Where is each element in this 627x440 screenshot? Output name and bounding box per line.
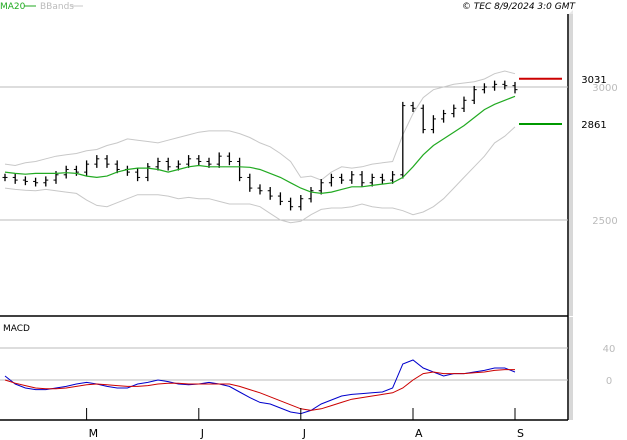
header: MA20 BBands © TEC 8/9/2024 3:0 GMT xyxy=(0,2,576,12)
ohlc-bar xyxy=(359,171,365,187)
ohlc-bar xyxy=(471,85,477,105)
price-y-tick-label: 3000 xyxy=(592,83,617,94)
copyright-text: © TEC 8/9/2024 3:0 GMT xyxy=(462,2,577,12)
ohlc-bar xyxy=(318,179,324,195)
price-y-ticks: 3000 2500 xyxy=(592,83,617,227)
ma20-line xyxy=(4,95,516,195)
ohlc-bar xyxy=(247,173,253,192)
x-axis-ticks: MJJAS xyxy=(86,408,524,440)
ohlc-bar xyxy=(165,157,171,171)
ohlc-bar xyxy=(328,173,334,187)
support-label: 2861 xyxy=(581,120,606,131)
ohlc-bar xyxy=(349,171,355,184)
ohlc-bar xyxy=(481,83,487,94)
ohlc-bar xyxy=(2,173,8,182)
macd-shadow-strip xyxy=(569,317,573,420)
ohlc-bar xyxy=(43,176,49,187)
x-tick-label: J xyxy=(302,427,306,440)
ohlc-bar xyxy=(512,81,518,94)
x-tick-label: A xyxy=(415,427,423,440)
x-tick-label: M xyxy=(89,427,99,440)
ohlc-bar xyxy=(94,155,100,168)
price-axis-shadow xyxy=(569,10,573,316)
macd-y-tick-label: 40 xyxy=(603,344,616,355)
macd-lines xyxy=(4,359,516,415)
ma20-layer xyxy=(4,95,516,195)
macd-line xyxy=(4,359,516,415)
ohlc-bar xyxy=(369,173,375,187)
macd-axis-shadow xyxy=(569,317,573,420)
ohlc-bar xyxy=(502,80,508,90)
macd-label: MACD xyxy=(3,324,30,334)
x-tick-label: J xyxy=(200,427,204,440)
ohlc-bar xyxy=(145,163,151,182)
ohlc-bar xyxy=(461,96,467,113)
ohlc-bar xyxy=(298,194,304,211)
ohlc-bar xyxy=(339,173,345,184)
ohlc-bar xyxy=(492,80,498,91)
ohlc-bar xyxy=(124,165,130,176)
ohlc-bar xyxy=(84,160,90,176)
ohlc-bar xyxy=(12,173,18,184)
ohlc-bars xyxy=(2,80,518,211)
ohlc-bar xyxy=(451,104,457,118)
ohlc-bar xyxy=(22,176,28,186)
ohlc-bar xyxy=(33,177,39,187)
macd-y-tick-label: 0 xyxy=(606,376,612,387)
ohlc-bar xyxy=(155,157,161,171)
x-tick-label: S xyxy=(517,427,524,440)
ohlc-bar xyxy=(420,104,426,134)
ohlc-bar xyxy=(226,152,232,166)
legend-bbands: BBands xyxy=(40,2,74,12)
ohlc-bar xyxy=(308,187,314,203)
ohlc-bar xyxy=(288,197,294,211)
ohlc-bar xyxy=(186,155,192,168)
ohlc-bar xyxy=(441,109,447,123)
bbands-layer xyxy=(4,70,516,224)
ohlc-bar xyxy=(430,115,436,134)
macd-y-ticks: 40 0 xyxy=(603,344,616,387)
price-y-tick-label: 2500 xyxy=(592,216,617,227)
stock-chart: 30312861 30002500 MACD 400 MJJAS MA20 BB… xyxy=(0,2,618,440)
macd-panel: MACD 40 0 xyxy=(0,316,616,421)
ohlc-bar xyxy=(196,155,202,166)
ohlc-bar xyxy=(379,173,385,184)
ohlc-bar xyxy=(277,192,283,206)
ohlc-bar xyxy=(267,187,273,200)
ohlc-bar xyxy=(216,152,222,168)
price-panel: 30312861 30002500 xyxy=(0,10,618,317)
price-shadow-strip xyxy=(569,14,573,316)
ohlc-bar xyxy=(135,168,141,182)
ohlc-bar xyxy=(237,157,243,182)
ohlc-bar xyxy=(104,155,110,168)
ohlc-bar xyxy=(257,184,263,195)
signal-line xyxy=(4,369,515,411)
legend-ma20: MA20 xyxy=(0,2,26,12)
